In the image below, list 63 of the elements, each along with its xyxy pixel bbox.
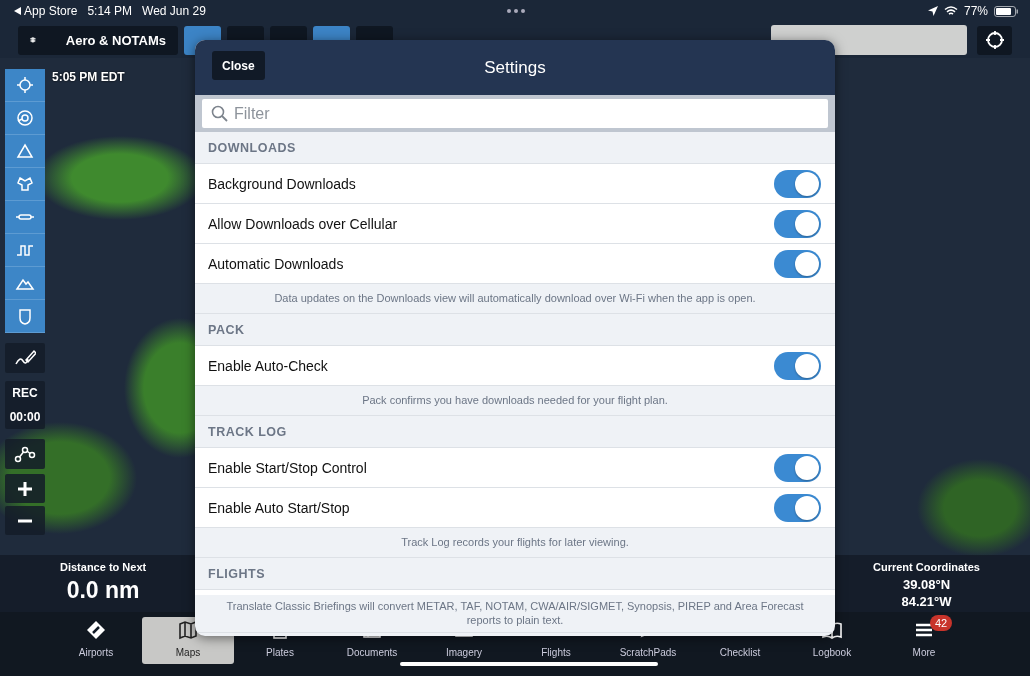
coordinates-label: Current Coordinates xyxy=(873,561,980,573)
locate-button[interactable] xyxy=(977,25,1012,55)
map-tool-button[interactable] xyxy=(5,102,45,135)
toggle-switch[interactable] xyxy=(774,169,821,198)
section-footer: Data updates on the Downloads view will automatically download over Wi-Fi when the app is open. xyxy=(195,284,835,314)
zoom-out-button[interactable] xyxy=(5,506,45,535)
tab[interactable]: Airports xyxy=(50,617,142,664)
toggle-switch[interactable] xyxy=(774,351,821,380)
map-tool-button[interactable] xyxy=(5,267,45,300)
back-link[interactable]: App Store xyxy=(14,4,78,18)
battery-percent: 77% xyxy=(963,4,988,18)
map-icon xyxy=(177,619,199,641)
setting-label: Background Downloads xyxy=(208,175,356,192)
triangle-icon xyxy=(15,141,35,161)
latitude-value: 39.08°N xyxy=(901,577,952,592)
toggle-switch[interactable] xyxy=(774,453,821,482)
section-footer: Pack confirms you have downloads needed for your flight plan. xyxy=(195,386,835,416)
plus-icon xyxy=(18,481,32,496)
map-tool-button[interactable] xyxy=(5,300,45,333)
section-footer: Translate Classic Briefings will convert METAR, TAF, NOTAM, CWA/AIR/SIGMET, Synopsis, PIREP and Area Forecast reports to plain text. xyxy=(195,595,835,633)
radar-timestamp: 5:05 PM EDT xyxy=(52,70,125,84)
crosshair-icon xyxy=(984,30,1005,50)
filter-field[interactable]: Filter xyxy=(202,99,828,128)
setting-label: Enable Auto Start/Stop xyxy=(208,499,350,516)
minus-icon xyxy=(18,518,32,523)
tab[interactable]: More 42 xyxy=(878,617,970,664)
more-dots-icon xyxy=(507,9,525,13)
target-icon xyxy=(15,75,35,95)
setting-label: Enable Auto-Check xyxy=(208,357,328,374)
route-button[interactable] xyxy=(5,439,45,469)
record-button[interactable]: REC 00:00 xyxy=(5,381,45,429)
draw-button[interactable] xyxy=(5,343,45,373)
diamond-icon xyxy=(85,619,107,641)
search-icon xyxy=(211,105,228,122)
route-icon xyxy=(14,445,36,463)
toggle-switch[interactable] xyxy=(774,493,821,522)
battery-icon xyxy=(994,5,1018,17)
close-button[interactable]: Close xyxy=(212,51,265,80)
compass-icon xyxy=(15,108,35,128)
setting-label: Enable Start/Stop Control xyxy=(208,459,367,476)
back-arrow-icon xyxy=(14,7,21,15)
section-footer: Track Log records your flights for later viewing. xyxy=(195,528,835,558)
map-tool-button[interactable] xyxy=(5,135,45,168)
sheet-title: Settings xyxy=(484,57,546,78)
status-date: Wed Jun 29 xyxy=(142,4,206,18)
toggle-switch[interactable] xyxy=(774,209,821,238)
map-tool-button[interactable] xyxy=(5,168,45,201)
wifi-icon xyxy=(943,6,958,16)
toggle-switch[interactable] xyxy=(774,249,821,278)
map-tool-button[interactable] xyxy=(5,201,45,234)
map-tool-button[interactable] xyxy=(5,234,45,267)
distance-label: Distance to Next xyxy=(60,561,147,573)
setting-label: Allow Downloads over Cellular xyxy=(208,215,398,232)
setting-label: Automatic Downloads xyxy=(208,255,344,272)
layers-button[interactable]: Aero & NOTAMs xyxy=(18,25,178,55)
notification-badge: 42 xyxy=(930,615,953,631)
shape-icon xyxy=(15,174,35,194)
distance-value: 0.0 nm xyxy=(65,577,141,604)
map-tool-button[interactable] xyxy=(5,69,45,102)
zoom-in-button[interactable] xyxy=(5,474,45,503)
status-time: 5:14 PM xyxy=(87,4,133,18)
longitude-value: 84.21°W xyxy=(900,594,953,609)
location-arrow-icon xyxy=(927,6,938,16)
